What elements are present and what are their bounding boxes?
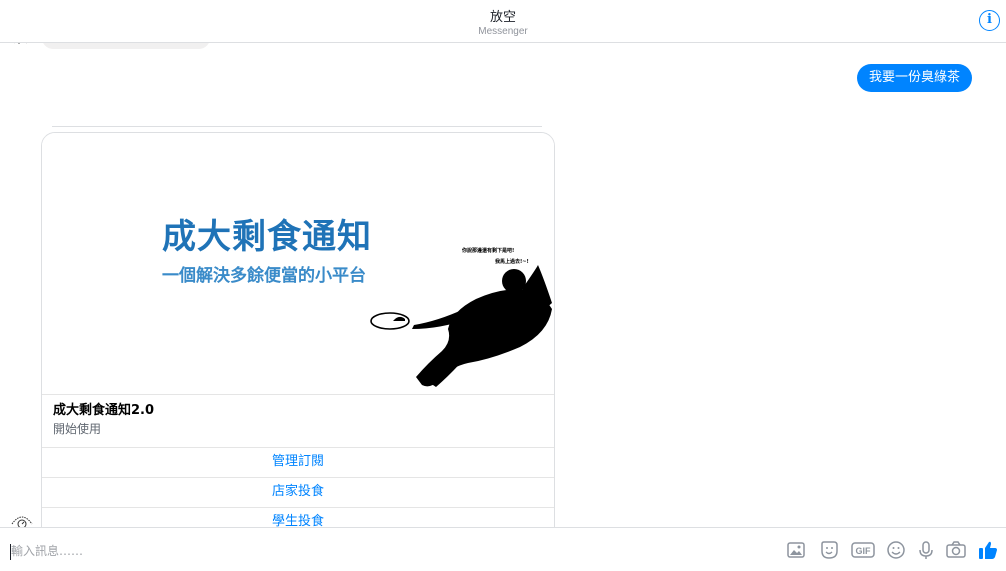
speech-bubble-text-1: 你說那邊還有剩下是吧! [462,248,515,254]
message-thread[interactable]: 我要一份臭綠茶 成大剩食通知 一個解決多餘便當的小平台 你說那邊還有剩下是吧! … [0,43,1006,527]
image-icon[interactable] [785,539,807,561]
store-post-food-button[interactable]: 店家投食 [42,477,554,507]
camera-icon[interactable] [945,539,967,561]
microphone-icon[interactable] [915,539,937,561]
bot-avatar-icon [11,516,33,527]
gif-label: GIF [856,546,872,556]
manage-subscription-button[interactable]: 管理訂閱 [42,447,554,477]
promo-headline: 成大剩食通知 [162,217,372,257]
student-post-food-button[interactable]: 學生投食 [42,507,554,527]
card-text-area: 成大剩食通知2.0 開始使用 [42,395,554,447]
sticker-icon[interactable] [818,539,840,561]
conversation-title: 放空 [489,10,516,25]
info-icon[interactable]: i [979,10,1000,31]
promo-tagline: 一個解決多餘便當的小平台 [162,266,366,286]
conversation-subtitle: Messenger [478,26,528,37]
conversation-header: 放空 Messenger i [0,0,1006,43]
emoji-icon[interactable] [885,539,907,561]
message-input[interactable] [11,541,611,561]
person-flying-illustration [370,265,552,387]
message-composer: GIF [0,527,1006,571]
card-image[interactable]: 成大剩食通知 一個解決多餘便當的小平台 你說那邊還有剩下是吧! 我馬上過去!~! [42,133,554,395]
card-subtitle: 開始使用 [53,422,102,436]
like-icon[interactable] [977,539,999,561]
previous-message-bubble [42,43,210,49]
previous-avatar-icon [14,43,27,44]
card-divider [52,126,542,127]
generic-template-card: 成大剩食通知 一個解決多餘便當的小平台 你說那邊還有剩下是吧! 我馬上過去!~! [41,132,555,527]
outgoing-message-bubble[interactable]: 我要一份臭綠茶 [856,64,972,92]
gif-icon[interactable]: GIF [850,539,876,561]
card-title: 成大剩食通知2.0 [53,403,155,418]
